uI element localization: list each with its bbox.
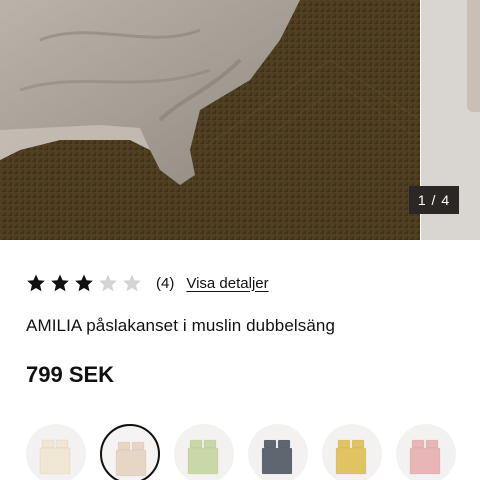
review-count: (4) [156,274,175,292]
duvet-set-thumbnail-icon [409,439,441,475]
star-rating [26,273,146,293]
duvet-set-thumbnail-icon [187,439,219,475]
duvet-on-rug-photo [0,0,420,240]
product-photo[interactable] [0,0,420,240]
next-photo-fabric [467,0,480,112]
duvet-set-thumbnail-icon [39,439,71,475]
color-option[interactable] [248,424,308,480]
color-selector [26,424,470,480]
duvet-set-thumbnail-icon [115,441,147,477]
color-option[interactable] [26,424,86,480]
color-option[interactable] [174,424,234,480]
color-option[interactable] [100,424,160,480]
color-option[interactable] [322,424,382,480]
star-filled-icon [51,274,69,292]
star-filled-icon [27,274,45,292]
star-empty-icon [99,274,117,292]
rating-row: (4) Visa detaljer [26,270,269,296]
product-image-gallery[interactable]: 1 / 4 [0,0,480,240]
star-filled-icon [75,274,93,292]
duvet-set-thumbnail-icon [261,439,293,475]
product-title: AMILIA påslakanset i muslin dubbelsäng [26,316,336,335]
product-price: 799 SEK [26,362,115,387]
star-empty-icon [123,274,141,292]
color-option[interactable] [396,424,456,480]
slide-counter: 1 / 4 [409,186,459,214]
duvet-set-thumbnail-icon [335,439,367,475]
view-details-link[interactable]: Visa detaljer [186,275,268,292]
